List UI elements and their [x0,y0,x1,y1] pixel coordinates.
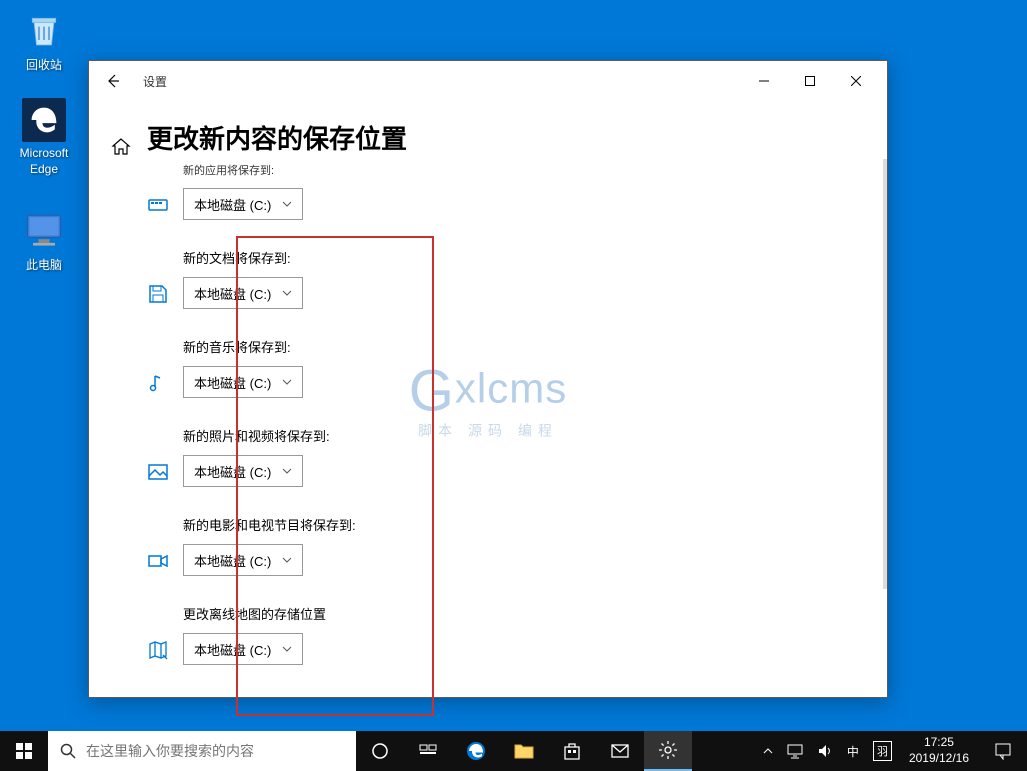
minimize-button[interactable] [741,65,787,97]
dropdown-value: 本地磁盘 (C:) [194,373,271,392]
chevron-down-icon [282,466,292,476]
desktop-icon-recycle-bin[interactable]: 回收站 [6,6,82,74]
dropdown-value: 本地磁盘 (C:) [194,551,271,570]
tray-overflow[interactable] [756,731,780,771]
drive-dropdown[interactable]: 本地磁盘 (C:) [183,188,303,220]
store-icon [562,741,582,761]
clock-date: 2019/12/16 [909,751,969,767]
drive-dropdown[interactable]: 本地磁盘 (C:) [183,366,303,398]
setting-label: 新的音乐将保存到: [183,337,303,356]
desktop-icon-label: 回收站 [6,58,82,74]
setting-label: 新的文档将保存到: [183,248,303,267]
chevron-up-icon [763,746,773,756]
mail-icon [610,741,630,761]
desktop-icon-label: Microsoft Edge [6,146,82,177]
start-button[interactable] [0,731,48,771]
map-icon [147,639,169,661]
taskbar-settings[interactable] [644,731,692,771]
taskbar-explorer[interactable] [500,731,548,771]
tray-clock[interactable]: 17:25 2019/12/16 [899,735,979,766]
setting-maps: 更改离线地图的存储位置 本地磁盘 (C:) [147,604,867,665]
gear-icon [658,740,678,760]
taskbar-store[interactable] [548,731,596,771]
dropdown-value: 本地磁盘 (C:) [194,640,271,659]
drive-dropdown[interactable]: 本地磁盘 (C:) [183,633,303,665]
photo-icon [147,461,169,483]
tray-ime-mode[interactable]: 羽 [866,731,899,771]
scrollbar[interactable] [883,159,887,589]
music-icon [147,372,169,394]
system-tray: 中 羽 17:25 2019/12/16 [756,731,1027,771]
desktop-icon-label: 此电脑 [6,258,82,274]
tray-notifications[interactable] [979,742,1027,760]
setting-documents: 新的文档将保存到: 本地磁盘 (C:) [147,248,867,309]
chevron-down-icon [282,555,292,565]
settings-window: 设置 更改新内容的保存位置 Gxlcms 脚本 源码 编程 新的应用将保存到: … [88,60,888,698]
video-icon [147,550,169,572]
search-input[interactable] [86,743,344,759]
titlebar: 设置 [89,61,887,101]
tray-ime-lang[interactable]: 中 [840,731,866,771]
drive-dropdown[interactable]: 本地磁盘 (C:) [183,544,303,576]
setting-movies: 新的电影和电视节目将保存到: 本地磁盘 (C:) [147,515,867,576]
chevron-down-icon [282,288,292,298]
search-box[interactable] [48,731,356,771]
desktop-icon-edge[interactable]: Microsoft Edge [6,98,82,177]
search-icon [60,743,76,759]
tray-display[interactable] [780,731,810,771]
desktop-icon-this-pc[interactable]: 此电脑 [6,206,82,274]
dropdown-value: 本地磁盘 (C:) [194,195,271,214]
setting-photos: 新的照片和视频将保存到: 本地磁盘 (C:) [147,426,867,487]
cortana-button[interactable] [356,731,404,771]
speaker-icon [817,743,833,759]
settings-content: 更改新内容的保存位置 Gxlcms 脚本 源码 编程 新的应用将保存到: 本地磁… [89,101,887,697]
task-view-button[interactable] [404,731,452,771]
notification-icon [994,742,1012,760]
clock-time: 17:25 [909,735,969,751]
edge-icon [22,98,66,142]
setting-label: 新的照片和视频将保存到: [183,426,330,445]
windows-icon [16,743,32,759]
maximize-button[interactable] [787,65,833,97]
chevron-down-icon [282,644,292,654]
setting-apps: 新的应用将保存到: 本地磁盘 (C:) [147,162,867,220]
taskbar-edge[interactable] [452,731,500,771]
tray-volume[interactable] [810,731,840,771]
close-button[interactable] [833,65,879,97]
chevron-down-icon [282,377,292,387]
setting-label: 新的电影和电视节目将保存到: [183,515,356,534]
chevron-down-icon [282,199,292,209]
taskbar-mail[interactable] [596,731,644,771]
setting-music: 新的音乐将保存到: 本地磁盘 (C:) [147,337,867,398]
setting-label: 新的应用将保存到: [183,162,303,178]
save-icon [147,283,169,305]
drive-dropdown[interactable]: 本地磁盘 (C:) [183,455,303,487]
back-button[interactable] [97,65,129,97]
circle-icon [371,742,389,760]
dropdown-value: 本地磁盘 (C:) [194,284,271,303]
task-view-icon [419,742,437,760]
recycle-bin-icon [20,6,68,54]
edge-icon [465,740,487,762]
drive-dropdown[interactable]: 本地磁盘 (C:) [183,277,303,309]
page-title: 更改新内容的保存位置 [147,119,867,156]
dropdown-value: 本地磁盘 (C:) [194,462,271,481]
taskbar: 中 羽 17:25 2019/12/16 [0,731,1027,771]
folder-icon [514,741,534,761]
setting-label: 更改离线地图的存储位置 [183,604,326,623]
window-title: 设置 [143,73,167,90]
apps-icon [147,194,169,216]
computer-icon [20,206,68,254]
display-icon [787,743,803,759]
